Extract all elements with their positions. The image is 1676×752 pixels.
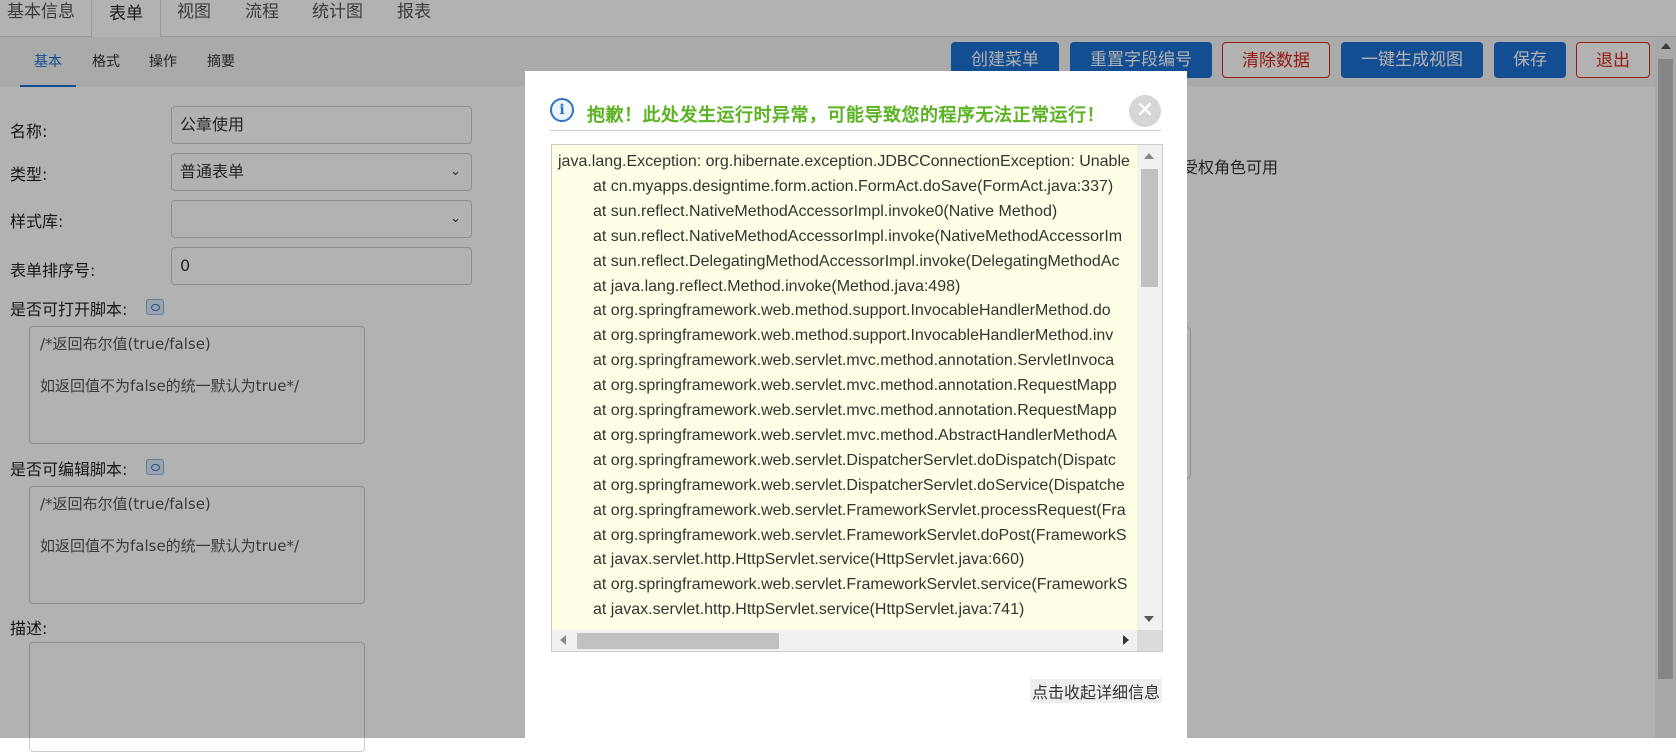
- stack-trace-line: at org.springframework.web.servlet.mvc.m…: [593, 377, 1117, 395]
- stack-trace-line: at org.springframework.web.servlet.mvc.m…: [593, 426, 1117, 444]
- stack-trace-line: at org.springframework.web.servlet.Frame…: [593, 501, 1126, 519]
- stack-trace-line: at javax.servlet.http.HttpServlet.servic…: [593, 601, 1025, 619]
- horizontal-scrollbar[interactable]: [552, 630, 1137, 651]
- stack-trace-line: at org.springframework.web.servlet.Dispa…: [593, 476, 1125, 494]
- stack-trace-line: at javax.servlet.http.HttpServlet.servic…: [593, 551, 1025, 569]
- exception-message-line: java.lang.Exception: org.hibernate.excep…: [558, 153, 1130, 170]
- stack-trace-line: at java.lang.reflect.Method.invoke(Metho…: [593, 277, 961, 295]
- stack-trace-line: at org.springframework.web.servlet.Frame…: [593, 526, 1127, 544]
- info-icon: i: [550, 98, 574, 122]
- dialog-divider: [550, 130, 1161, 131]
- vertical-scrollbar[interactable]: [1137, 145, 1162, 630]
- stack-trace-line: at org.springframework.web.servlet.mvc.m…: [593, 352, 1115, 370]
- scroll-up-arrow-icon[interactable]: [1144, 153, 1154, 159]
- stack-trace-line: at sun.reflect.NativeMethodAccessorImpl.…: [593, 227, 1123, 245]
- stack-trace: java.lang.Exception: org.hibernate.excep…: [552, 145, 1137, 630]
- stack-trace-line: at cn.myapps.designtime.form.action.Form…: [593, 177, 1114, 195]
- stack-trace-line: at sun.reflect.NativeMethodAccessorImpl.…: [593, 202, 1058, 220]
- scroll-down-arrow-icon[interactable]: [1144, 616, 1154, 622]
- scroll-right-arrow-icon[interactable]: [1123, 635, 1129, 645]
- stack-trace-line: at org.springframework.web.servlet.mvc.m…: [593, 402, 1117, 419]
- collapse-details-link[interactable]: 点击收起详细信息: [1030, 679, 1163, 703]
- stack-trace-line: at org.springframework.web.servlet.Frame…: [593, 576, 1128, 594]
- error-details-box[interactable]: java.lang.Exception: org.hibernate.excep…: [551, 144, 1163, 652]
- stack-trace-line: at org.springframework.web.method.suppor…: [593, 327, 1114, 345]
- vertical-scrollbar-thumb[interactable]: [1141, 169, 1158, 287]
- scroll-left-arrow-icon[interactable]: [560, 635, 566, 645]
- stack-trace-line: at org.springframework.web.method.suppor…: [593, 302, 1111, 320]
- scrollbar-corner: [1137, 630, 1162, 651]
- stack-trace-line: at org.springframework.web.servlet.Dispa…: [593, 451, 1116, 469]
- close-icon[interactable]: ✕: [1129, 95, 1161, 127]
- dialog-title: 抱歉！此处发生运行时异常，可能导致您的程序无法正常运行！: [587, 105, 1105, 126]
- stack-trace-line: at sun.reflect.DelegatingMethodAccessorI…: [593, 252, 1120, 270]
- horizontal-scrollbar-thumb[interactable]: [577, 633, 779, 649]
- error-dialog: i 抱歉！此处发生运行时异常，可能导致您的程序无法正常运行！ ✕ java.la…: [525, 71, 1187, 738]
